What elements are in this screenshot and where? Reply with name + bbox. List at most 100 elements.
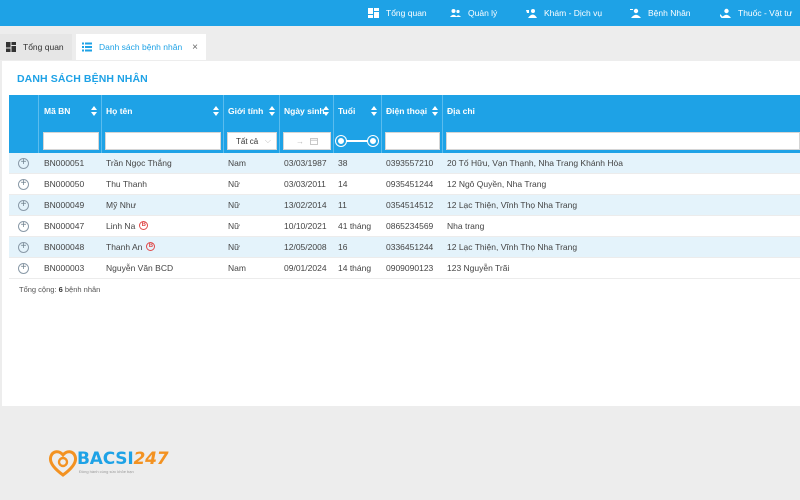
sort-icon[interactable]	[432, 106, 438, 116]
table-row[interactable]: + BN000051 Trần Ngọc Thắng Nam 03/03/198…	[9, 153, 800, 174]
cell-id: BN000003	[44, 263, 85, 273]
cell-name-text: Trần Ngọc Thắng	[106, 158, 172, 168]
table-row[interactable]: + BN000049 Mỹ Như Nữ 13/02/2014 11 03545…	[9, 195, 800, 216]
logo-word-main: BACSI	[77, 449, 134, 469]
cell-age: 38	[338, 158, 348, 168]
sort-icon[interactable]	[371, 106, 377, 116]
sort-icon[interactable]	[269, 106, 275, 116]
total-count: 6	[58, 285, 63, 294]
top-navbar: Tổng quan Quản lý Khám - Dịch vụ Bệnh Nh…	[0, 0, 800, 26]
cell-name: Thanh An B	[101, 237, 156, 258]
filter-gender-value: Tất cả	[236, 136, 259, 146]
age-range-slider[interactable]	[336, 132, 378, 150]
nav-dashboard-label: Tổng quan	[386, 8, 427, 18]
table-row[interactable]: + BN000003 Nguyễn Văn BCD Nam 09/01/2024…	[9, 258, 800, 279]
cell-gender: Nam	[228, 263, 246, 273]
slider-handle-max[interactable]	[368, 136, 378, 146]
expand-row-icon[interactable]: +	[18, 263, 29, 274]
filter-id-input[interactable]	[43, 132, 99, 150]
cell-gender: Nữ	[228, 221, 240, 231]
expand-row-icon[interactable]: +	[18, 242, 29, 253]
column-header-age[interactable]: Tuổi	[333, 95, 381, 127]
cell-phone: 0393557210	[386, 158, 434, 168]
tab-overview-label: Tổng quan	[23, 42, 64, 52]
patient-icon	[630, 8, 641, 18]
expand-row-icon[interactable]: +	[18, 158, 29, 169]
cell-gender: Nữ	[228, 179, 240, 189]
cell-name: Thu Thanh	[101, 174, 147, 195]
nav-medicine-supplies-label: Thuốc - Vật tư	[738, 8, 793, 18]
cell-age: 16	[338, 242, 348, 252]
nav-dashboard[interactable]: Tổng quan	[368, 0, 427, 26]
column-divider	[381, 95, 382, 153]
sort-icon[interactable]	[91, 106, 97, 116]
logo-word-num: 247	[133, 449, 169, 469]
column-header-name[interactable]: Họ tên	[101, 95, 223, 127]
cell-dob: 13/02/2014	[284, 200, 327, 210]
cell-dob: 10/10/2021	[284, 221, 327, 231]
cell-gender: Nữ	[228, 200, 240, 210]
slider-handle-min[interactable]	[336, 136, 346, 146]
cell-phone: 0336451244	[386, 242, 434, 252]
sort-icon[interactable]	[323, 106, 329, 116]
filter-name-input[interactable]	[105, 132, 221, 150]
cell-name-text: Mỹ Như	[106, 200, 137, 210]
column-header-dob-label: Ngày sinh	[284, 106, 325, 116]
cell-phone: 0865234569	[386, 221, 434, 231]
logo-tagline: Đồng hành cùng sức khỏe bạn	[79, 469, 134, 474]
list-icon	[82, 42, 92, 52]
cell-address: 20 Tố Hữu, Vạn Thạnh, Nha Trang Khánh Hò…	[447, 158, 623, 168]
column-divider	[442, 95, 443, 153]
cell-age: 41 tháng	[338, 221, 372, 231]
column-divider	[38, 95, 39, 153]
column-header-phone[interactable]: Điện thoại	[381, 95, 442, 127]
column-header-id[interactable]: Mã BN	[39, 95, 101, 127]
sort-icon[interactable]	[213, 106, 219, 116]
tab-overview[interactable]: Tổng quan	[0, 34, 72, 60]
total-unit: bệnh nhân	[64, 285, 101, 294]
heart-logo-icon	[48, 450, 78, 477]
expand-row-icon[interactable]: +	[18, 200, 29, 211]
nav-management-label: Quản lý	[468, 8, 498, 18]
nav-medicine-supplies[interactable]: Thuốc - Vật tư	[720, 0, 792, 26]
column-header-address-label: Địa chỉ	[447, 106, 475, 116]
table-header: Mã BN Họ tên Giới tính Ngày sinh Tuổi Đi…	[9, 95, 800, 153]
filter-phone-input[interactable]	[385, 132, 440, 150]
filter-address-input[interactable]	[446, 132, 800, 150]
cell-address: 12 Ngô Quyền, Nha Trang	[447, 179, 547, 189]
tab-patient-list[interactable]: Danh sách bệnh nhân ×	[76, 34, 206, 60]
nav-patients[interactable]: Bệnh Nhân	[630, 0, 691, 26]
close-tab-icon[interactable]: ×	[192, 42, 200, 53]
filter-dob-range[interactable]: →	[283, 132, 331, 150]
expand-row-icon[interactable]: +	[18, 179, 29, 190]
cell-address: 12 Lạc Thiện, Vĩnh Thọ Nha Trang	[447, 200, 578, 210]
column-header-phone-label: Điện thoại	[386, 106, 428, 116]
column-divider	[333, 95, 334, 153]
stethoscope-icon	[526, 8, 537, 18]
cell-name: Linh Na B	[101, 216, 149, 237]
expand-row-icon[interactable]: +	[18, 221, 29, 232]
column-header-gender[interactable]: Giới tính	[223, 95, 279, 127]
chevron-down-icon: ⌵	[264, 136, 271, 145]
column-header-address[interactable]: Địa chỉ	[442, 95, 800, 127]
medicine-icon	[720, 8, 731, 18]
nav-patients-label: Bệnh Nhân	[648, 8, 691, 18]
filter-gender-select[interactable]: Tất cả ⌵	[227, 132, 277, 150]
table-row[interactable]: + BN000050 Thu Thanh Nữ 03/03/2011 14 09…	[9, 174, 800, 195]
column-header-gender-label: Giới tính	[228, 106, 264, 116]
users-icon	[450, 8, 461, 18]
dashboard-icon	[6, 42, 16, 52]
column-header-dob[interactable]: Ngày sinh	[279, 95, 333, 127]
cell-name-text: Thanh An	[106, 242, 143, 252]
logo-wordmark: BACSI247	[77, 449, 169, 469]
table-row[interactable]: + BN000047 Linh Na B Nữ 10/10/2021 41 thá…	[9, 216, 800, 237]
cell-phone: 0354514512	[386, 200, 434, 210]
column-header-age-label: Tuổi	[338, 106, 356, 116]
cell-address: 12 Lạc Thiện, Vĩnh Thọ Nha Trang	[447, 242, 578, 252]
nav-exam-services[interactable]: Khám - Dịch vụ	[526, 0, 602, 26]
table-row[interactable]: + BN000048 Thanh An B Nữ 12/05/2008 16 03…	[9, 237, 800, 258]
cell-name: Nguyễn Văn BCD	[101, 258, 173, 279]
column-header-id-label: Mã BN	[44, 106, 71, 116]
cell-name: Mỹ Như	[101, 195, 136, 216]
nav-management[interactable]: Quản lý	[450, 0, 497, 26]
